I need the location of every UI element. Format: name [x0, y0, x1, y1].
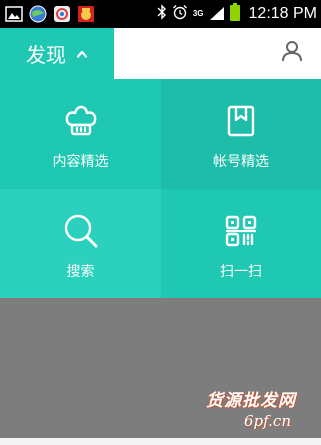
- header-bar: [114, 28, 321, 79]
- user-button[interactable]: [279, 40, 305, 66]
- gallery-icon: [4, 4, 24, 24]
- status-bar: 3G 12:18 PM: [0, 0, 321, 28]
- watermark: 货源批发网 6pf.cn: [200, 386, 320, 436]
- qr-code-icon: [221, 211, 261, 251]
- menu-item-scan[interactable]: 扫一扫: [161, 189, 321, 298]
- page-title: 发现: [26, 43, 66, 67]
- app-icon: [52, 4, 72, 24]
- network-type: 3G: [192, 9, 204, 18]
- discover-dropdown[interactable]: 发现: [0, 28, 114, 79]
- user-icon: [281, 40, 303, 66]
- menu-item-account-picks[interactable]: 帐号精选: [161, 79, 321, 189]
- alarm-icon: [172, 4, 188, 24]
- menu-item-search[interactable]: 搜索: [0, 189, 161, 298]
- watermark-title: 货源批发网: [206, 391, 296, 411]
- menu-item-label: 扫一扫: [220, 264, 262, 280]
- signal-icon: [209, 5, 225, 24]
- bookmark-book-icon: [221, 101, 261, 141]
- discover-menu: 内容精选 帐号精选 搜索 扫一扫: [0, 79, 321, 298]
- browser-icon: [28, 4, 48, 24]
- status-bar-notifications: [0, 0, 96, 28]
- bluetooth-icon: [157, 4, 167, 24]
- menu-item-label: 搜索: [66, 264, 95, 280]
- menu-item-content-picks[interactable]: 内容精选: [0, 79, 161, 189]
- screen: 3G 12:18 PM 发现 内容精选 帐号精选 搜索 扫一扫 货源批发网 6p…: [0, 0, 321, 445]
- chef-hat-icon: [61, 101, 101, 141]
- notification-app-icon: [76, 4, 96, 24]
- bottom-tab-bar: [0, 438, 321, 445]
- menu-item-label: 帐号精选: [213, 154, 269, 170]
- status-bar-system: 3G 12:18 PM: [157, 0, 317, 28]
- battery-icon: [229, 3, 240, 25]
- clock: 12:18 PM: [248, 5, 317, 22]
- menu-item-label: 内容精选: [52, 154, 109, 170]
- watermark-url: 6pf.cn: [244, 412, 291, 430]
- tab-bar-icon: [152, 438, 168, 445]
- search-icon: [61, 211, 101, 251]
- app-header: 发现: [0, 28, 321, 79]
- chevron-up-icon: [76, 48, 88, 60]
